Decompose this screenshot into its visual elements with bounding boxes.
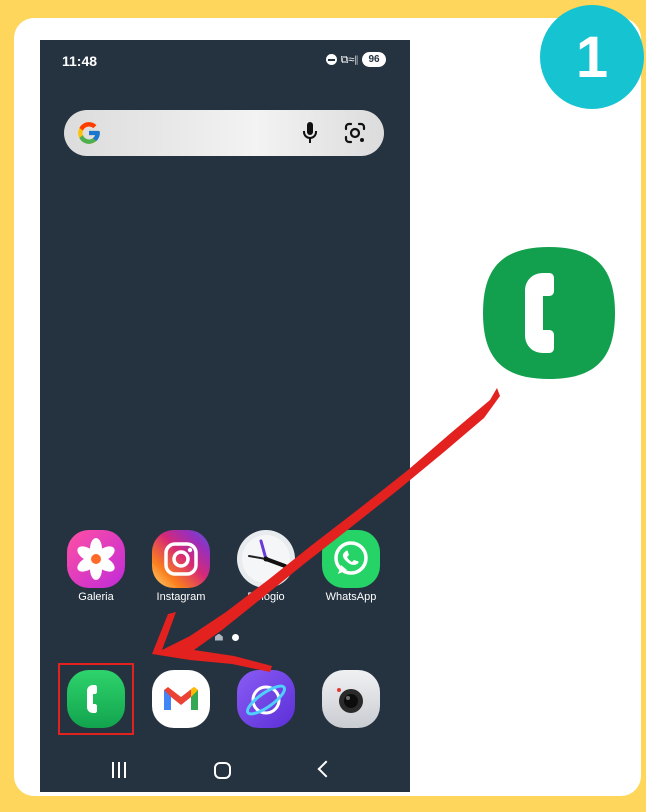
microphone-icon[interactable] (300, 121, 320, 145)
app-clock[interactable]: Relógio (223, 530, 309, 603)
whatsapp-icon (322, 530, 380, 588)
google-logo-icon (78, 122, 100, 144)
gmail-icon (152, 670, 210, 728)
phone-app-highlight (58, 663, 134, 735)
recent-apps-button[interactable] (112, 762, 126, 778)
page-list-indicator: = (200, 631, 206, 642)
instagram-icon (152, 530, 210, 588)
back-button[interactable] (317, 760, 335, 778)
dock-app-camera[interactable] (308, 670, 394, 728)
app-label-clock: Relógio (247, 591, 285, 603)
network-signal-icon: ⧉≈∥ (340, 53, 358, 66)
app-label-whatsapp: WhatsApp (325, 591, 377, 603)
app-instagram[interactable]: Instagram (138, 530, 224, 603)
battery-level: 96 (362, 52, 386, 67)
page-indicator[interactable]: = (200, 632, 239, 642)
gallery-icon (67, 530, 125, 588)
app-gallery[interactable]: Galeria (53, 530, 139, 603)
app-label-gallery: Galeria (78, 591, 114, 603)
home-page-indicator-icon (214, 633, 223, 641)
navigation-bar (40, 752, 410, 792)
dock-app-gmail[interactable] (138, 670, 224, 728)
step-number-badge: 1 (540, 5, 644, 109)
home-button[interactable] (214, 762, 231, 779)
clock-icon (237, 530, 295, 588)
internet-icon (237, 670, 295, 728)
current-page-dot (231, 633, 239, 641)
status-time: 11:48 (62, 53, 98, 69)
camera-icon (322, 670, 380, 728)
status-icons: ⧉≈∥ 96 (325, 52, 386, 67)
google-search-bar[interactable] (64, 110, 384, 156)
google-lens-icon[interactable] (343, 121, 367, 145)
app-label-instagram: Instagram (156, 591, 206, 603)
dock-app-internet[interactable] (223, 670, 309, 728)
status-bar: 11:48 ⧉≈∥ 96 (40, 40, 410, 80)
phone-app-callout-icon (483, 247, 615, 379)
app-whatsapp[interactable]: WhatsApp (308, 530, 394, 603)
do-not-disturb-icon (325, 54, 337, 65)
